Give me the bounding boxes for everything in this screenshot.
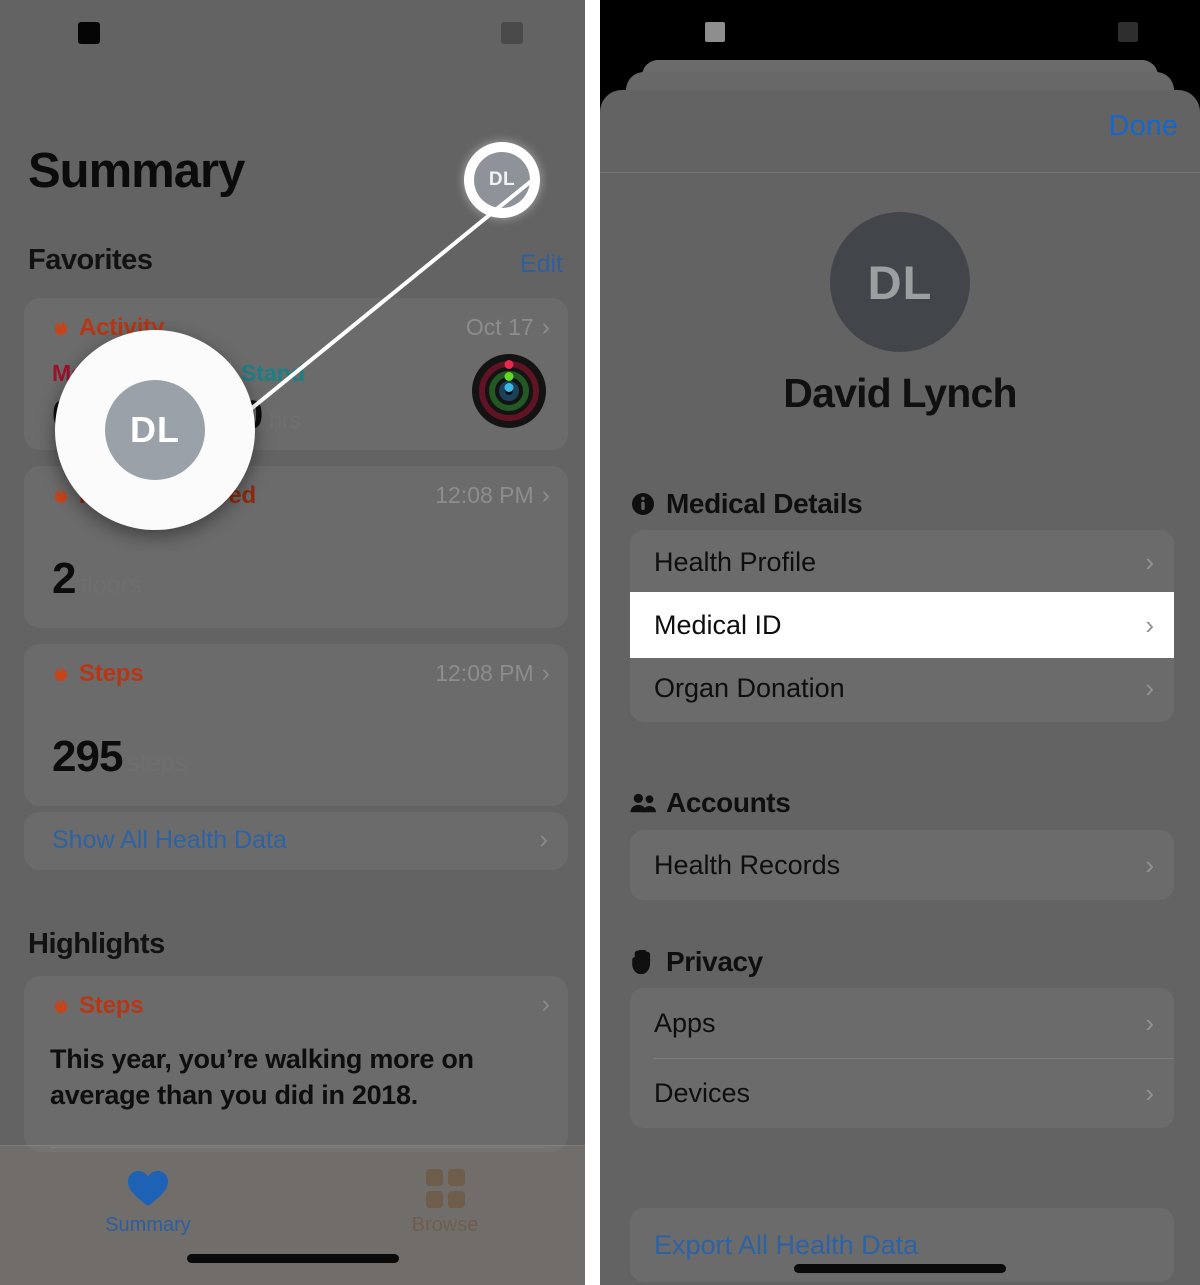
privacy-heading: Privacy: [630, 946, 763, 978]
highlight-card-title: Steps: [79, 992, 144, 1019]
steps-unit: steps: [127, 749, 188, 777]
row-health-records-label: Health Records: [654, 849, 841, 880]
people-icon: [630, 790, 656, 816]
highlight-card-header: Steps: [52, 992, 548, 1020]
chevron-right-icon: ›: [541, 313, 550, 341]
tab-browse[interactable]: Browse: [365, 1164, 525, 1237]
show-all-health-data-row[interactable]: Show All Health Data ›: [24, 812, 568, 870]
highlight-card-meta: ›: [542, 992, 550, 1017]
row-health-profile-label: Health Profile: [654, 546, 817, 577]
highlights-steps-card[interactable]: Steps › This year, you’re walking more o…: [24, 976, 568, 1152]
home-indicator: [794, 1264, 1006, 1273]
flights-metric: 2 floors: [52, 554, 142, 604]
flame-icon: [52, 317, 70, 339]
chevron-right-icon: ›: [1145, 1007, 1154, 1038]
flights-unit: floors: [80, 571, 142, 599]
row-apps[interactable]: Apps ›: [630, 988, 1174, 1058]
export-all-health-data-label: Export All Health Data: [654, 1229, 919, 1260]
steps-card-meta: 12:08 PM ›: [435, 660, 550, 687]
tab-summary-label: Summary: [105, 1214, 191, 1236]
home-indicator: [186, 1254, 399, 1263]
edit-favorites-link[interactable]: Edit: [520, 250, 563, 279]
status-bar-redacted-left: [705, 22, 725, 42]
privacy-list: Apps › Devices ›: [630, 988, 1174, 1128]
show-all-health-data-label: Show All Health Data: [52, 826, 287, 854]
chevron-right-icon: ›: [541, 481, 550, 509]
profile-name: David Lynch: [783, 370, 1017, 416]
steps-card-title: Steps: [79, 660, 144, 687]
steps-metric: 295 steps: [52, 732, 187, 782]
tab-browse-label: Browse: [411, 1214, 479, 1236]
stand-value-row: 0 hrs: [241, 393, 409, 438]
status-bar: [600, 0, 1200, 62]
chevron-right-icon: ›: [1145, 609, 1154, 640]
favorites-heading: Favorites: [28, 244, 153, 276]
grid-icon: [365, 1164, 525, 1212]
row-devices[interactable]: Devices ›: [630, 1059, 1174, 1128]
steps-card[interactable]: Steps 12:08 PM › 295 steps: [24, 644, 568, 806]
chevron-right-icon: ›: [1145, 849, 1154, 880]
profile-avatar-button[interactable]: DL: [464, 142, 540, 218]
tab-summary[interactable]: Summary: [68, 1164, 228, 1237]
dual-screenshot-comparison: Summary DL Favorites Edit Activity Oct 1…: [0, 0, 1200, 1285]
chevron-right-icon: ›: [541, 990, 550, 1018]
accounts-heading: Accounts: [630, 787, 791, 819]
accounts-heading-label: Accounts: [666, 787, 791, 818]
profile-avatar: DL: [830, 212, 970, 352]
heart-icon: [68, 1164, 228, 1212]
activity-rings-icon: [472, 354, 546, 428]
stand-label: Stand: [241, 360, 305, 386]
row-organ-donation[interactable]: Organ Donation ›: [630, 656, 1174, 720]
row-apps-label: Apps: [654, 1007, 716, 1038]
left-phone-screen: Summary DL Favorites Edit Activity Oct 1…: [0, 0, 585, 1285]
chevron-right-icon: ›: [1145, 672, 1154, 703]
stand-unit: hrs: [269, 407, 302, 433]
row-devices-label: Devices: [654, 1078, 751, 1108]
panel-gap: [585, 0, 600, 1285]
tab-bar: Summary Browse: [0, 1145, 585, 1285]
chevron-right-icon: ›: [1145, 546, 1154, 577]
hand-raised-icon: [630, 949, 656, 975]
highlight-card-body: This year, you’re walking more on averag…: [50, 1044, 474, 1110]
activity-timestamp: Oct 17: [465, 314, 534, 340]
flights-card-meta: 12:08 PM ›: [435, 482, 550, 509]
row-health-records[interactable]: Health Records ›: [630, 830, 1174, 900]
flame-icon: [52, 663, 70, 685]
profile-avatar-initials: DL: [867, 255, 933, 309]
accounts-list: Health Records ›: [630, 830, 1174, 900]
chevron-right-icon: ›: [1145, 1078, 1154, 1108]
chevron-right-icon: ›: [539, 824, 548, 854]
row-organ-donation-label: Organ Donation: [654, 672, 845, 703]
medical-details-heading: Medical Details: [630, 488, 863, 520]
status-bar-redacted-right: [1118, 22, 1138, 42]
avatar-initials: DL: [474, 152, 530, 208]
done-button[interactable]: Done: [1109, 110, 1178, 143]
flights-timestamp: 12:08 PM: [435, 482, 534, 508]
medical-details-heading-label: Medical Details: [666, 488, 863, 519]
medical-details-list: Health Profile › Medical ID › Organ Dona…: [630, 530, 1174, 722]
steps-timestamp: 12:08 PM: [435, 660, 534, 686]
flights-value: 2: [52, 554, 77, 603]
magnified-avatar-callout: DL: [55, 330, 255, 530]
row-medical-id-label: Medical ID: [654, 609, 782, 640]
flame-icon: [52, 485, 70, 507]
chevron-right-icon: ›: [541, 659, 550, 687]
magnified-avatar-initials: DL: [105, 380, 205, 480]
profile-sheet: Done DL David Lynch Medical Details Heal…: [600, 90, 1200, 1285]
flame-icon: [52, 995, 70, 1017]
sheet-header-divider: [600, 172, 1200, 173]
privacy-heading-label: Privacy: [666, 946, 763, 977]
summary-screen-content: Summary DL Favorites Edit Activity Oct 1…: [0, 0, 585, 1285]
steps-value: 295: [52, 732, 123, 781]
page-title: Summary: [28, 144, 245, 198]
info-circle-icon: [630, 491, 656, 517]
right-phone-screen: Done DL David Lynch Medical Details Heal…: [600, 0, 1200, 1285]
row-health-profile[interactable]: Health Profile ›: [630, 530, 1174, 594]
activity-stand-column: Stand 0 hrs: [241, 360, 409, 438]
highlights-heading: Highlights: [28, 928, 165, 960]
row-medical-id[interactable]: Medical ID ›: [630, 594, 1174, 656]
activity-card-meta: Oct 17 ›: [466, 314, 550, 341]
